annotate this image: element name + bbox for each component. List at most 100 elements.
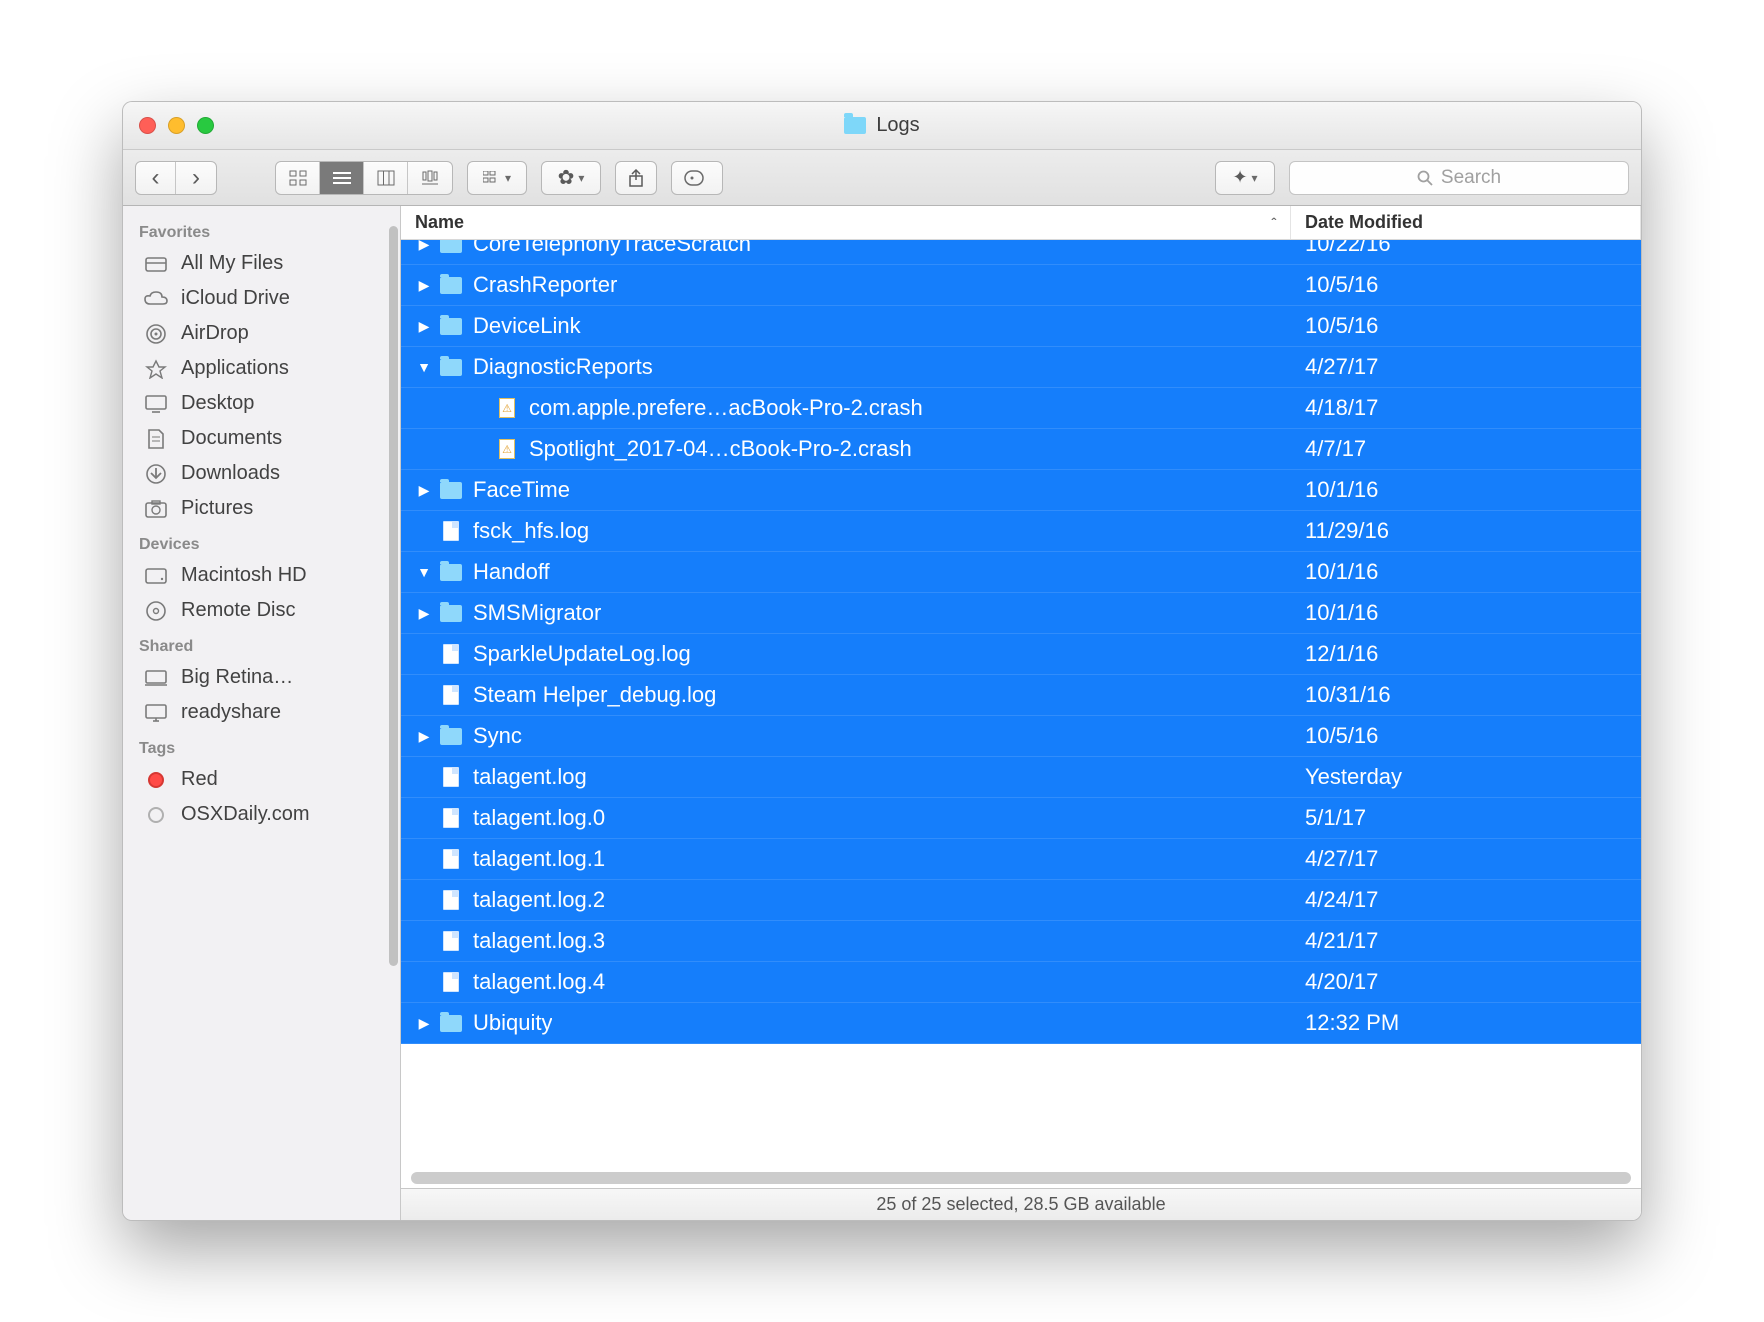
sidebar-item-applications[interactable]: Applications: [123, 351, 400, 386]
table-row[interactable]: talagent.log.44/20/17: [401, 962, 1641, 1003]
file-name: talagent.log: [473, 764, 587, 790]
sidebar-item-icloud-drive[interactable]: iCloud Drive: [123, 281, 400, 316]
file-icon: [439, 644, 463, 664]
view-columns-button[interactable]: [364, 162, 408, 194]
sidebar-item-macintosh-hd[interactable]: Macintosh HD: [123, 558, 400, 593]
disclosure-closed-icon[interactable]: ▶: [415, 277, 433, 294]
name-cell: talagent.log.3: [401, 928, 1291, 954]
date-modified-cell: Yesterday: [1291, 764, 1641, 790]
forward-button[interactable]: ›: [176, 162, 216, 194]
sidebar-item-documents[interactable]: Documents: [123, 421, 400, 456]
finder-window: Logs ‹ › ▾ ✿ ▾: [122, 101, 1642, 1221]
sidebar-item-label: Applications: [181, 357, 289, 380]
share-button[interactable]: [615, 161, 657, 195]
file-name: talagent.log.4: [473, 969, 605, 995]
disclosure-closed-icon[interactable]: ▶: [415, 240, 433, 253]
file-icon: [439, 767, 463, 787]
disclosure-closed-icon[interactable]: ▶: [415, 605, 433, 622]
fullscreen-button[interactable]: [197, 117, 214, 134]
sidebar-item-airdrop[interactable]: AirDrop: [123, 316, 400, 351]
table-row[interactable]: talagent.log.24/24/17: [401, 880, 1641, 921]
column-header-name[interactable]: Name ˆ: [401, 206, 1291, 239]
sidebar-item-remote-disc[interactable]: Remote Disc: [123, 593, 400, 628]
disclosure-closed-icon[interactable]: ▶: [415, 318, 433, 335]
main-area: Favorites All My Files iCloud Drive AirD…: [123, 206, 1641, 1220]
sidebar-item-readyshare[interactable]: readyshare: [123, 695, 400, 730]
sidebar-scrollbar[interactable]: [389, 226, 398, 966]
table-row[interactable]: ▶CoreTelephonyTraceScratch10/22/16: [401, 240, 1641, 265]
view-list-button[interactable]: [320, 162, 364, 194]
file-name: talagent.log.0: [473, 805, 605, 831]
table-row[interactable]: ▶CrashReporter10/5/16: [401, 265, 1641, 306]
view-gallery-button[interactable]: [408, 162, 452, 194]
disclosure-closed-icon[interactable]: ▶: [415, 728, 433, 745]
disclosure-closed-icon[interactable]: ▶: [415, 1015, 433, 1032]
pictures-icon: [143, 498, 169, 520]
table-row[interactable]: ▶SMSMigrator10/1/16: [401, 593, 1641, 634]
chevron-down-icon: ▾: [505, 171, 511, 185]
table-row[interactable]: ⚠Spotlight_2017-04…cBook-Pro-2.crash4/7/…: [401, 429, 1641, 470]
folder-icon: [439, 275, 463, 295]
crash-file-icon: ⚠: [495, 398, 519, 418]
sidebar-item-tag-osxdaily[interactable]: OSXDaily.com: [123, 797, 400, 832]
sidebar-heading-shared: Shared: [123, 628, 400, 660]
disclosure-closed-icon[interactable]: ▶: [415, 482, 433, 499]
folder-icon: [439, 1013, 463, 1033]
table-row[interactable]: talagent.log Yesterday: [401, 757, 1641, 798]
back-button[interactable]: ‹: [136, 162, 176, 194]
table-row[interactable]: ▶Sync10/5/16: [401, 716, 1641, 757]
table-row[interactable]: fsck_hfs.log11/29/16: [401, 511, 1641, 552]
view-icons-button[interactable]: [276, 162, 320, 194]
table-row[interactable]: ▶DeviceLink10/5/16: [401, 306, 1641, 347]
sidebar-item-downloads[interactable]: Downloads: [123, 456, 400, 491]
status-text: 25 of 25 selected, 28.5 GB available: [876, 1194, 1165, 1215]
column-header-date-modified[interactable]: Date Modified: [1291, 206, 1641, 239]
column-header-date-label: Date Modified: [1305, 212, 1423, 233]
minimize-button[interactable]: [168, 117, 185, 134]
table-row[interactable]: ▶FaceTime10/1/16: [401, 470, 1641, 511]
table-row[interactable]: ▼DiagnosticReports4/27/17: [401, 347, 1641, 388]
disclosure-open-icon[interactable]: ▼: [415, 359, 433, 375]
table-row[interactable]: talagent.log.14/27/17: [401, 839, 1641, 880]
file-icon: [439, 972, 463, 992]
file-icon: [439, 931, 463, 951]
name-cell: talagent.log.2: [401, 887, 1291, 913]
disclosure-spacer: [415, 851, 433, 867]
traffic-lights: [139, 117, 214, 134]
sidebar-item-all-my-files[interactable]: All My Files: [123, 246, 400, 281]
action-menu-button[interactable]: ✿ ▾: [541, 161, 601, 195]
sidebar-heading-tags: Tags: [123, 730, 400, 762]
name-cell: ▶SMSMigrator: [401, 600, 1291, 626]
table-row[interactable]: ⚠com.apple.prefere…acBook-Pro-2.crash4/1…: [401, 388, 1641, 429]
sidebar-item-label: AirDrop: [181, 322, 249, 345]
horizontal-scrollbar[interactable]: [411, 1172, 1631, 1184]
file-name: CoreTelephonyTraceScratch: [473, 240, 751, 257]
sidebar-item-desktop[interactable]: Desktop: [123, 386, 400, 421]
sidebar-item-tag-red[interactable]: Red: [123, 762, 400, 797]
file-name: Spotlight_2017-04…cBook-Pro-2.crash: [529, 436, 912, 462]
tags-button[interactable]: [671, 161, 723, 195]
sort-ascending-icon: ˆ: [1271, 215, 1276, 231]
disclosure-open-icon[interactable]: ▼: [415, 564, 433, 580]
monitor-icon: [143, 702, 169, 724]
date-modified-cell: 10/31/16: [1291, 682, 1641, 708]
disclosure-spacer: [415, 523, 433, 539]
table-row[interactable]: Steam Helper_debug.log10/31/16: [401, 675, 1641, 716]
table-row[interactable]: talagent.log.05/1/17: [401, 798, 1641, 839]
tag-icon: [684, 170, 710, 186]
sidebar-item-big-retina[interactable]: Big Retina…: [123, 660, 400, 695]
table-row[interactable]: ▶Ubiquity12:32 PM: [401, 1003, 1641, 1044]
close-button[interactable]: [139, 117, 156, 134]
dropbox-button[interactable]: ✦ ▾: [1215, 161, 1275, 195]
table-row[interactable]: ▼Handoff10/1/16: [401, 552, 1641, 593]
sidebar-item-pictures[interactable]: Pictures: [123, 491, 400, 526]
arrange-button[interactable]: ▾: [467, 161, 527, 195]
table-row[interactable]: talagent.log.34/21/17: [401, 921, 1641, 962]
file-list: ▶CoreTelephonyTraceScratch10/22/16▶Crash…: [401, 240, 1641, 1188]
name-cell: ⚠Spotlight_2017-04…cBook-Pro-2.crash: [401, 436, 1291, 462]
sidebar-item-label: Big Retina…: [181, 666, 293, 689]
sidebar: Favorites All My Files iCloud Drive AirD…: [123, 206, 401, 1220]
search-input[interactable]: Search: [1289, 161, 1629, 195]
file-name: talagent.log.1: [473, 846, 605, 872]
table-row[interactable]: SparkleUpdateLog.log12/1/16: [401, 634, 1641, 675]
